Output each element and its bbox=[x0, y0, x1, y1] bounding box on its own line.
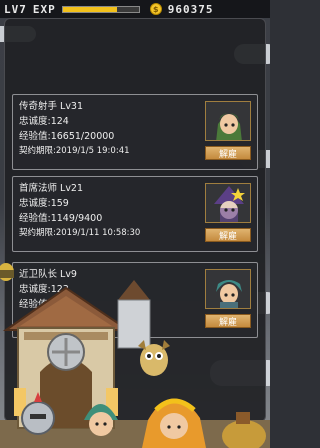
hero-card: 传奇射手 Lv31 忠诚度:124 经验值:16651/20000 契约期限:2… bbox=[12, 94, 258, 170]
hero-card: 近卫队长 Lv9 忠诚度:123 经验值: 解雇 bbox=[12, 262, 258, 338]
dismiss-button[interactable]: 解雇 bbox=[205, 314, 251, 328]
dismiss-button[interactable]: 解雇 bbox=[205, 228, 251, 242]
captain-portrait-icon bbox=[205, 269, 251, 309]
exp-label: EXP bbox=[32, 2, 56, 16]
mage-portrait-icon bbox=[205, 183, 251, 223]
coin-icon: $ bbox=[149, 3, 162, 15]
hero-card: 首席法师 Lv21 忠诚度:159 经验值:1149/9400 契约期限:201… bbox=[12, 176, 258, 252]
top-hud: LV7 EXP $ 960375 bbox=[0, 0, 270, 18]
exp-bar-fill bbox=[62, 6, 118, 12]
exp-bar bbox=[61, 5, 140, 13]
gold-amount: 960375 bbox=[167, 2, 214, 16]
dismiss-button[interactable]: 解雇 bbox=[205, 146, 251, 160]
archer-portrait-icon bbox=[205, 101, 251, 141]
player-level: LV7 bbox=[4, 2, 27, 16]
